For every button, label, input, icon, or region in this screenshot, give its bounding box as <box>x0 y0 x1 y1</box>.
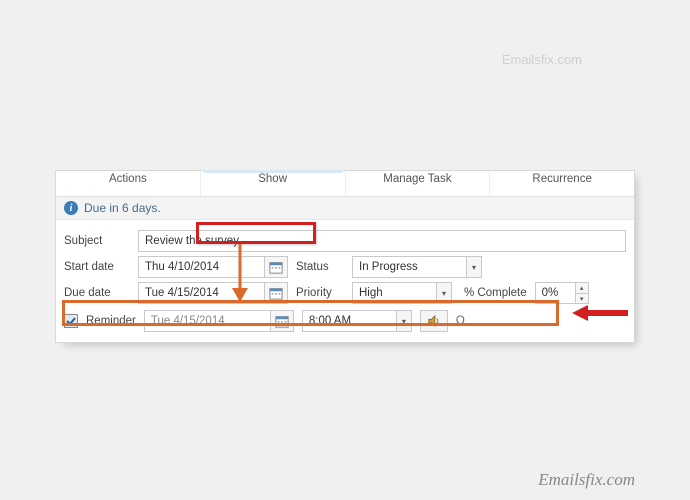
subject-input[interactable]: Review the survey <box>138 230 626 252</box>
info-text: Due in 6 days. <box>84 201 161 215</box>
priority-value: High <box>352 282 436 304</box>
pct-value: 0% <box>535 282 575 304</box>
start-date-field[interactable]: Thu 4/10/2014 <box>138 256 288 278</box>
ribbon-groups: Actions Show Manage Task Recurrence <box>56 171 634 197</box>
ribbon-group-show[interactable]: Show <box>201 171 346 196</box>
row-reminder: Reminder Tue 4/15/2014 8:00 AM ▾ O <box>64 310 626 332</box>
watermark-top: Emailsfix.com <box>502 52 582 67</box>
info-icon: i <box>64 201 78 215</box>
reminder-time-value: 8:00 AM <box>302 310 396 332</box>
chevron-down-icon[interactable]: ▾ <box>466 256 482 278</box>
ribbon-label: Show <box>258 173 287 185</box>
reminder-date-field[interactable]: Tue 4/15/2014 <box>144 310 294 332</box>
ribbon-label: Manage Task <box>383 173 451 185</box>
ribbon-group-recurrence[interactable]: Recurrence <box>490 171 634 196</box>
label-reminder: Reminder <box>86 315 136 327</box>
ribbon-label: Actions <box>109 173 147 185</box>
chevron-down-icon[interactable]: ▾ <box>436 282 452 304</box>
start-date-value: Thu 4/10/2014 <box>138 256 264 278</box>
due-date-picker-button[interactable] <box>264 282 288 304</box>
spin-down-icon[interactable]: ▾ <box>575 293 589 304</box>
row-subject: Subject Review the survey <box>64 230 626 252</box>
chevron-down-icon[interactable]: ▾ <box>396 310 412 332</box>
watermark-bottom: Emailsfix.com <box>538 470 635 490</box>
speaker-icon <box>427 314 441 328</box>
label-start-date: Start date <box>64 261 130 273</box>
owner-label-truncated: O <box>456 315 465 327</box>
due-date-value: Tue 4/15/2014 <box>138 282 264 304</box>
pct-complete-spinner[interactable]: 0% ▴ ▾ <box>535 282 589 304</box>
spin-up-icon[interactable]: ▴ <box>575 282 589 293</box>
reminder-time-dropdown[interactable]: 8:00 AM ▾ <box>302 310 412 332</box>
label-pct-complete: % Complete <box>464 287 527 299</box>
ribbon-label: Recurrence <box>532 173 591 185</box>
reminder-sound-button[interactable] <box>420 310 448 332</box>
reminder-checkbox[interactable] <box>64 314 78 328</box>
reminder-date-picker-button[interactable] <box>270 310 294 332</box>
info-bar: i Due in 6 days. <box>56 197 634 220</box>
label-status: Status <box>296 261 344 273</box>
priority-dropdown[interactable]: High ▾ <box>352 282 452 304</box>
label-subject: Subject <box>64 235 130 247</box>
calendar-icon <box>275 314 289 328</box>
status-dropdown[interactable]: In Progress ▾ <box>352 256 482 278</box>
status-value: In Progress <box>352 256 466 278</box>
due-date-field[interactable]: Tue 4/15/2014 <box>138 282 288 304</box>
label-due-date: Due date <box>64 287 130 299</box>
pct-spinner-buttons[interactable]: ▴ ▾ <box>575 282 589 304</box>
subject-value: Review the survey <box>145 235 239 247</box>
start-date-picker-button[interactable] <box>264 256 288 278</box>
label-priority: Priority <box>296 287 344 299</box>
calendar-icon <box>269 286 283 300</box>
checkmark-icon <box>66 316 76 326</box>
form-area: Subject Review the survey Start date Thu… <box>56 220 634 342</box>
ribbon-group-actions[interactable]: Actions <box>56 171 201 196</box>
calendar-icon <box>269 260 283 274</box>
row-due-priority: Due date Tue 4/15/2014 Priority High ▾ %… <box>64 282 626 304</box>
task-form-panel: Actions Show Manage Task Recurrence i Du… <box>55 170 635 343</box>
reminder-date-value: Tue 4/15/2014 <box>144 310 270 332</box>
row-start-status: Start date Thu 4/10/2014 Status In Progr… <box>64 256 626 278</box>
ribbon-group-manage-task[interactable]: Manage Task <box>346 171 491 196</box>
